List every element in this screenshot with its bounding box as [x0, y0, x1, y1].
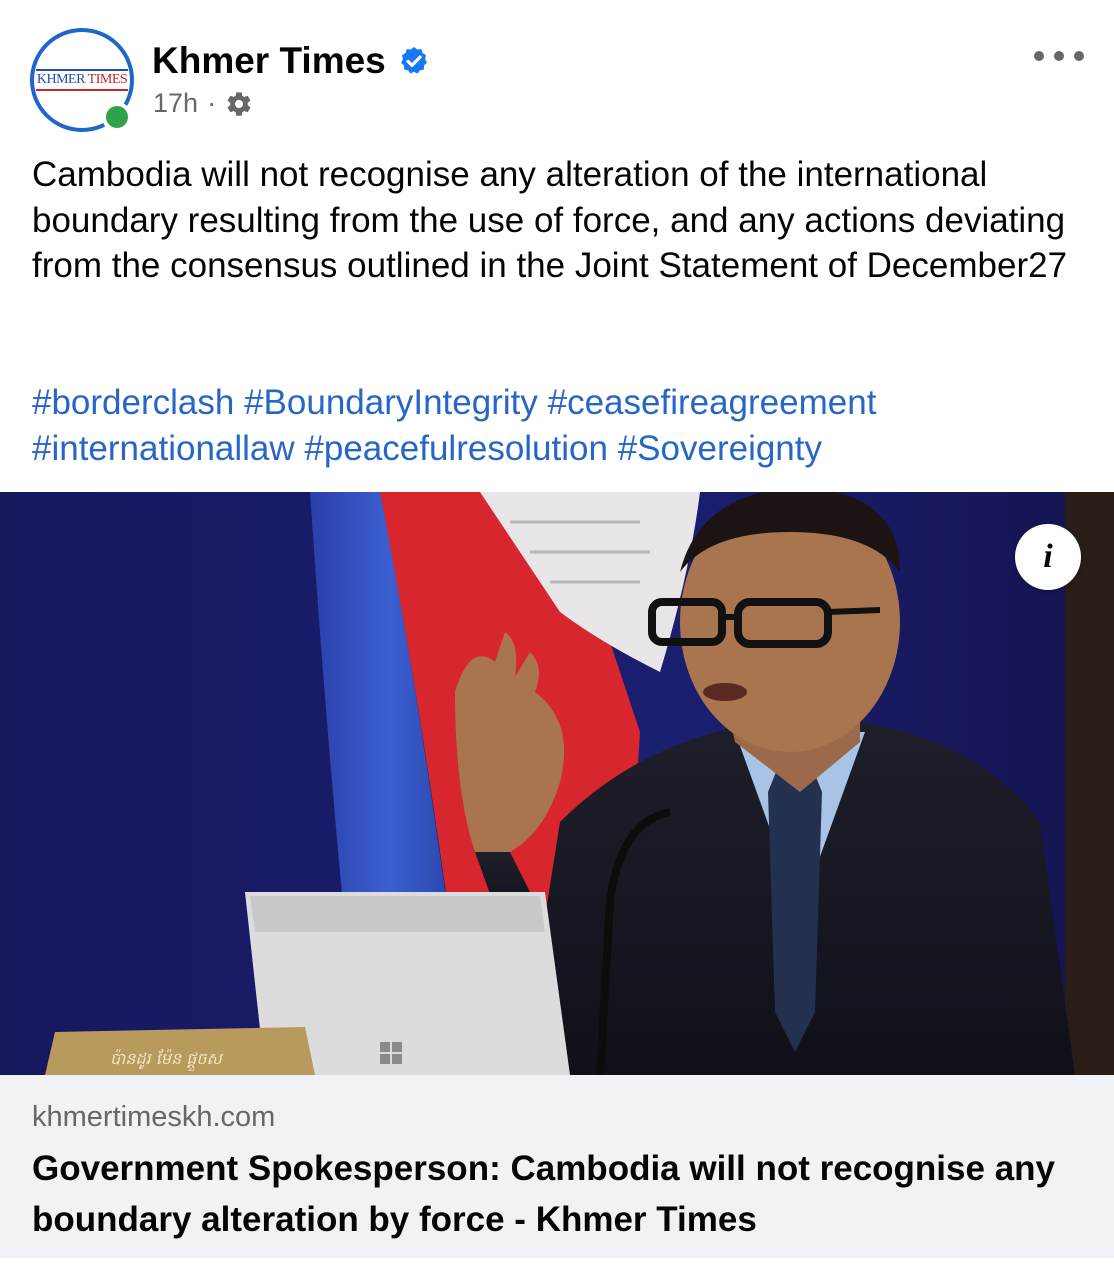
hashtag-link[interactable]: #BoundaryIntegrity [244, 383, 538, 422]
khmer-times-logo: KHMER TIMES [35, 69, 129, 91]
link-title[interactable]: Government Spokesperson: Cambodia will n… [32, 1143, 1092, 1245]
page-name-link[interactable]: Khmer Times [152, 40, 430, 82]
post-meta: 17h · [153, 88, 253, 119]
more-dot [1054, 51, 1064, 61]
meta-separator: · [207, 88, 217, 118]
page-avatar[interactable]: KHMER TIMES [30, 28, 134, 132]
hashtag-link[interactable]: #internationallaw [32, 429, 295, 468]
more-dot [1074, 51, 1084, 61]
link-preview-card[interactable]: khmertimeskh.com Government Spokesperson… [0, 1075, 1114, 1258]
facebook-post: KHMER TIMES Khmer Times 17h · Cambodia w… [0, 0, 1114, 1280]
more-dot [1034, 51, 1044, 61]
hashtag-link[interactable]: #ceasefireagreement [548, 383, 877, 422]
logo-word-khmer: KHMER [36, 72, 86, 87]
hashtag-link[interactable]: #peacefulresolution [304, 429, 608, 468]
post-timestamp[interactable]: 17h [153, 88, 198, 119]
info-icon[interactable]: i [1015, 524, 1081, 590]
link-domain: khmertimeskh.com [32, 1101, 276, 1133]
post-body-text: Cambodia will not recognise any alterati… [32, 155, 1068, 285]
page-name[interactable]: Khmer Times [152, 40, 386, 82]
spokesperson-photo: ប៉ានដូរ ម៉ែន ផ្តួចស [0, 492, 1114, 1075]
online-status-dot [102, 102, 132, 132]
verified-badge-icon [400, 47, 427, 74]
hashtag-link[interactable]: #Sovereignty [618, 429, 822, 468]
gear-icon[interactable] [225, 90, 253, 118]
hashtag-link[interactable]: #borderclash [32, 383, 234, 422]
hashtag-list: #borderclash #BoundaryIntegrity #ceasefi… [32, 380, 1092, 471]
link-preview-image[interactable]: ប៉ានដូរ ម៉ែន ផ្តួចស [0, 492, 1114, 1075]
more-options-icon[interactable] [1034, 40, 1084, 72]
logo-word-times: TIMES [87, 72, 128, 87]
